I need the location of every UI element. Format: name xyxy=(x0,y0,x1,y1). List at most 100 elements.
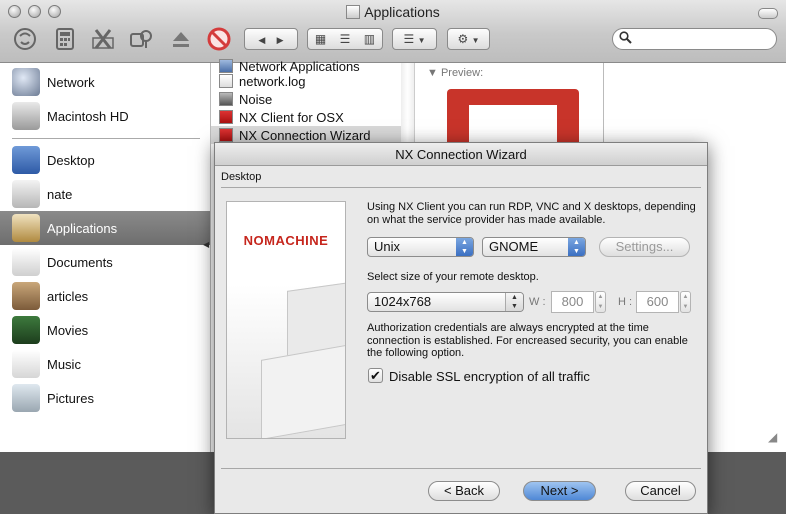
desktop-size-value: 1024x768 xyxy=(374,294,432,309)
home-icon xyxy=(12,180,40,208)
intro-text: Using NX Client you can run RDP, VNC and… xyxy=(367,201,696,226)
list-item[interactable]: network.log xyxy=(211,72,401,90)
sidebar: Network Macintosh HD Desktop nate Applicatio… xyxy=(0,63,211,452)
search-field[interactable] xyxy=(612,28,777,50)
dialog-title-bar: NX Connection Wizard xyxy=(215,143,707,166)
os-select[interactable]: Unix ▲ ▼ xyxy=(367,237,474,257)
noise-app-icon xyxy=(219,92,233,106)
disable-ssl-checkbox[interactable]: ✔ xyxy=(368,368,383,383)
size-prompt: Select size of your remote desktop. xyxy=(367,271,539,283)
disable-ssl-label[interactable]: Disable SSL encryption of all traffic xyxy=(389,369,590,384)
arrange-icon: ☰ xyxy=(403,32,415,46)
sidebar-item-articles[interactable]: articles xyxy=(0,279,210,313)
desktop-select-value: GNOME xyxy=(489,239,539,254)
sidebar-item-label: Macintosh HD xyxy=(47,109,129,124)
list-item-label: NX Connection Wizard xyxy=(239,128,371,143)
column-view-button[interactable]: ▥ xyxy=(359,32,380,46)
music-icon xyxy=(12,350,40,378)
sidebar-divider xyxy=(12,138,200,139)
desktop-select[interactable]: GNOME ▲ ▼ xyxy=(482,237,586,257)
divider xyxy=(221,187,701,188)
window-title-text: Applications xyxy=(364,4,440,20)
list-item[interactable]: Noise xyxy=(211,90,401,108)
height-field[interactable]: 600 xyxy=(636,291,679,313)
list-item-label: Noise xyxy=(239,92,273,107)
back-forward-control[interactable]: ◀ ▶ xyxy=(244,28,298,50)
desktop-size-select[interactable]: 1024x768 ▲ ▼ xyxy=(367,292,524,312)
sidebar-item-movies[interactable]: Movies xyxy=(0,313,210,347)
nx-connection-wizard-dialog: NX Connection Wizard Desktop NOMACHINE U… xyxy=(214,142,708,514)
height-stepper[interactable]: ▲ ▼ xyxy=(680,291,691,313)
nomachine-logo: NOMACHINE xyxy=(243,233,329,248)
select-arrows-icon: ▲ ▼ xyxy=(505,293,523,311)
sidebar-item-applications[interactable]: Applications xyxy=(0,211,210,245)
sidebar-item-desktop[interactable]: Desktop xyxy=(0,143,210,177)
list-item-label: network.log xyxy=(239,74,306,89)
utilities-icon[interactable] xyxy=(90,26,116,52)
documents-icon xyxy=(12,248,40,276)
next-button[interactable]: Next > xyxy=(523,481,596,501)
sidebar-item-label: articles xyxy=(47,289,89,304)
calculator-icon[interactable] xyxy=(52,26,78,52)
sidebar-item-macintosh-hd[interactable]: Macintosh HD xyxy=(0,99,210,133)
arrange-button[interactable]: ☰ ▼ xyxy=(392,28,437,50)
toolbar-toggle-button[interactable] xyxy=(758,8,778,19)
back-button[interactable]: < Back xyxy=(428,481,500,501)
monitor-illustration xyxy=(261,344,345,438)
sidebar-item-documents[interactable]: Documents xyxy=(0,245,210,279)
intro-line: on what the service provider has made av… xyxy=(367,213,606,226)
auth-line: the following option. xyxy=(367,347,465,359)
system-preferences-icon[interactable] xyxy=(128,26,154,52)
auth-line: Authorization credentials are always enc… xyxy=(367,322,649,334)
intro-line: Using NX Client you can run RDP, VNC and… xyxy=(367,201,696,213)
list-item-label: NX Client for OSX xyxy=(239,110,344,125)
sidebar-item-label: Movies xyxy=(47,323,89,338)
os-select-value: Unix xyxy=(374,239,401,254)
width-stepper[interactable]: ▲ ▼ xyxy=(595,291,606,313)
eject-icon[interactable] xyxy=(168,26,194,52)
sidebar-item-nate[interactable]: nate xyxy=(0,177,210,211)
view-mode-control[interactable]: ▦ ☰ ▥ xyxy=(307,28,383,50)
height-label: H : xyxy=(618,296,633,308)
sidebar-item-label: nate xyxy=(47,187,73,202)
width-field[interactable]: 800 xyxy=(551,291,594,313)
divider xyxy=(221,468,701,469)
nx-wizard-icon xyxy=(219,128,233,142)
movies-icon xyxy=(12,316,40,344)
settings-button[interactable]: Settings... xyxy=(599,237,690,257)
pictures-icon xyxy=(12,384,40,412)
burn-forbidden-icon[interactable] xyxy=(206,26,232,52)
nomachine-banner: NOMACHINE xyxy=(226,201,346,439)
back-button[interactable]: ◀ xyxy=(258,35,273,45)
list-item[interactable]: NX Client for OSX xyxy=(211,108,401,126)
hard-drive-icon xyxy=(12,102,40,130)
finder-icon[interactable] xyxy=(12,26,38,52)
resize-grip-icon[interactable]: ◢ xyxy=(768,430,777,444)
applications-icon xyxy=(12,214,40,242)
sidebar-item-label: Music xyxy=(47,357,81,372)
sidebar-item-label: Desktop xyxy=(47,153,95,168)
window-title: Applications xyxy=(0,4,786,20)
search-icon xyxy=(619,31,632,47)
chevron-down-icon: ▼ xyxy=(417,36,426,45)
sidebar-item-pictures[interactable]: Pictures xyxy=(0,381,210,415)
desktop-icon xyxy=(12,146,40,174)
section-title: Desktop xyxy=(221,171,262,183)
select-arrows-icon: ▲ ▼ xyxy=(568,238,585,256)
select-arrows-icon: ▲ ▼ xyxy=(456,238,473,256)
sidebar-item-label: Applications xyxy=(47,221,118,236)
sidebar-item-network[interactable]: Network xyxy=(0,65,210,99)
cancel-button[interactable]: Cancel xyxy=(625,481,696,501)
action-button[interactable]: ⚙ ▼ xyxy=(447,28,490,50)
auth-line: connection is established. For encreased… xyxy=(367,334,688,347)
forward-button[interactable]: ▶ xyxy=(277,35,284,45)
auth-text: Authorization credentials are always enc… xyxy=(367,322,688,360)
list-view-button[interactable]: ☰ xyxy=(335,32,356,46)
document-icon xyxy=(219,74,233,88)
icon-view-button[interactable]: ▦ xyxy=(310,32,331,46)
globe-icon xyxy=(12,68,40,96)
column-resize-icon[interactable]: ◀ xyxy=(203,240,209,249)
sidebar-item-music[interactable]: Music xyxy=(0,347,210,381)
sidebar-item-label: Documents xyxy=(47,255,113,270)
title-bar: Applications ◀ ▶ ▦ ☰ ▥ ☰ ▼ ⚙ ▼ xyxy=(0,0,786,63)
